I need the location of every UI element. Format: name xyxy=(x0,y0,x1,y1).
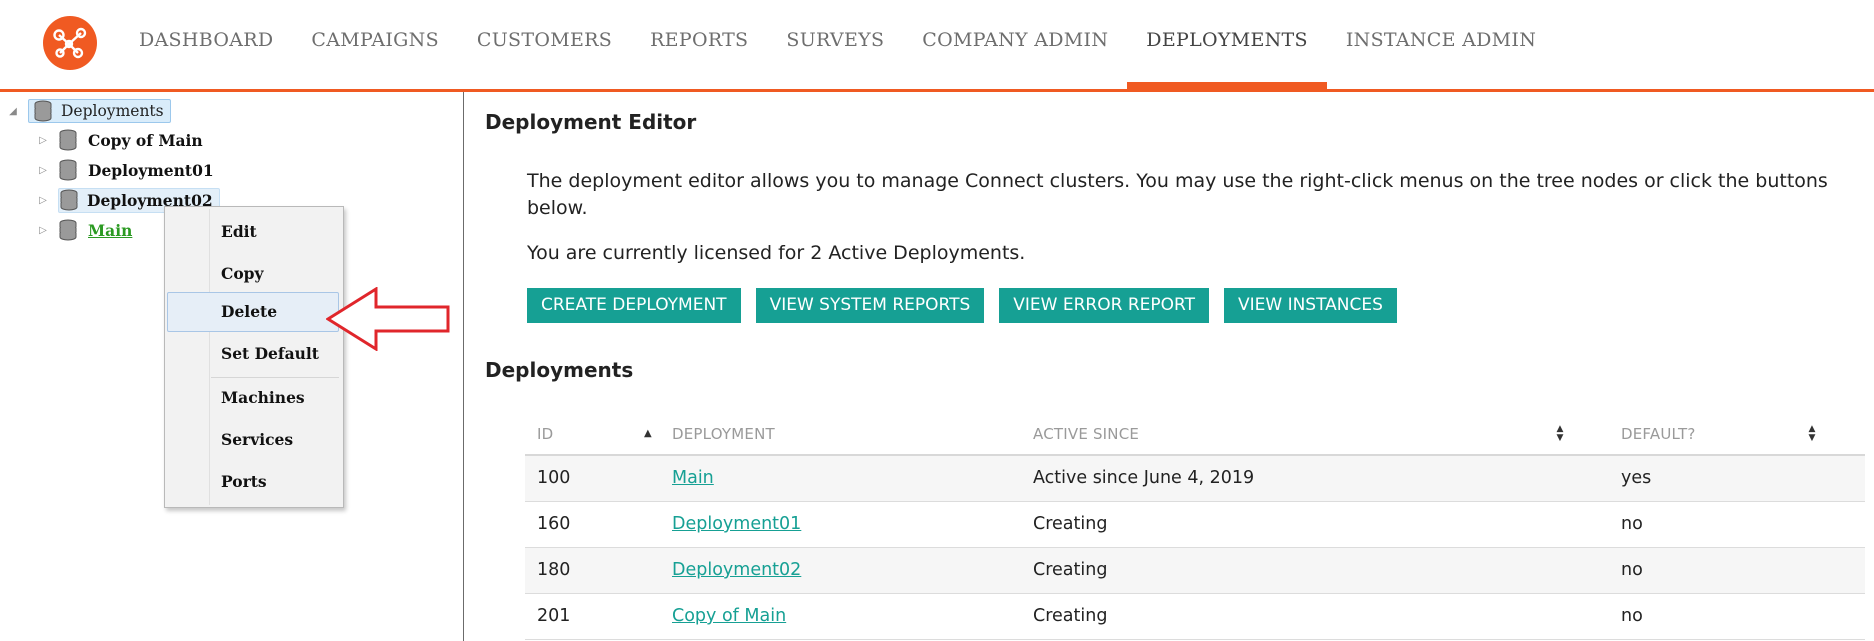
column-header-default[interactable]: DEFAULT? xyxy=(1621,414,1696,454)
cell-active-since: Creating xyxy=(1033,606,1108,626)
deployment-link[interactable]: Deployment01 xyxy=(672,514,801,534)
nav-company-admin[interactable]: COMPANY ADMIN xyxy=(903,0,1127,89)
deployment-editor-panel: Deployment Editor The deployment editor … xyxy=(465,92,1874,641)
tree-node-copy-of-main[interactable]: ▷ Copy of Main xyxy=(36,127,207,153)
tree-node-main[interactable]: ▷ Main xyxy=(36,217,136,243)
top-navigation-bar: DASHBOARD CAMPAIGNS CUSTOMERS REPORTS SU… xyxy=(0,0,1874,92)
sort-both-icon[interactable]: ▲ ▼ xyxy=(1807,425,1817,443)
cell-active-since: Active since June 4, 2019 xyxy=(1033,468,1255,488)
tree-node-label: Copy of Main xyxy=(88,130,203,150)
collapsed-triangle-icon[interactable]: ▷ xyxy=(36,223,50,237)
table-row: 180 Deployment02 Creating no xyxy=(525,548,1865,594)
menu-item-delete[interactable]: Delete xyxy=(167,292,339,332)
table-row: 100 Main Active since June 4, 2019 yes xyxy=(525,456,1865,502)
nav-instance-admin[interactable]: INSTANCE ADMIN xyxy=(1327,0,1555,89)
menu-item-set-default[interactable]: Set Default xyxy=(167,334,339,374)
column-header-id[interactable]: ID xyxy=(537,414,553,454)
cell-id: 100 xyxy=(537,468,571,488)
cell-id: 160 xyxy=(537,514,571,534)
cell-active-since: Creating xyxy=(1033,560,1108,580)
nav-customers[interactable]: CUSTOMERS xyxy=(458,0,631,89)
collapsed-triangle-icon[interactable]: ▷ xyxy=(36,163,50,177)
nav-dashboard[interactable]: DASHBOARD xyxy=(120,0,292,89)
nav-deployments[interactable]: DEPLOYMENTS xyxy=(1127,0,1327,92)
menu-item-ports[interactable]: Ports xyxy=(167,462,339,502)
database-stack-icon xyxy=(59,129,77,151)
tree-node-deployment01[interactable]: ▷ Deployment01 xyxy=(36,157,218,183)
editor-description: The deployment editor allows you to mana… xyxy=(527,170,1828,219)
view-system-reports-button[interactable]: VIEW SYSTEM REPORTS xyxy=(755,288,985,323)
editor-button-row: CREATE DEPLOYMENT VIEW SYSTEM REPORTS VI… xyxy=(527,288,1412,323)
deployment-link[interactable]: Main xyxy=(672,468,714,488)
collapsed-triangle-icon[interactable]: ▷ xyxy=(36,133,50,147)
cell-default: no xyxy=(1621,606,1643,626)
nav-campaigns[interactable]: CAMPAIGNS xyxy=(292,0,458,89)
table-row: 160 Deployment01 Creating no xyxy=(525,502,1865,548)
deployments-section-title: Deployments xyxy=(485,358,634,382)
database-stack-icon xyxy=(59,219,77,241)
tree-root-selection: Deployments xyxy=(28,99,171,123)
table-row: 201 Copy of Main Creating no xyxy=(525,594,1865,640)
expanded-triangle-icon[interactable]: ◢ xyxy=(6,104,20,118)
cell-active-since: Creating xyxy=(1033,514,1108,534)
database-stack-icon xyxy=(34,100,52,122)
nav-reports[interactable]: REPORTS xyxy=(631,0,767,89)
deployment-link[interactable]: Copy of Main xyxy=(672,606,786,626)
editor-title: Deployment Editor xyxy=(485,110,697,134)
sort-ascending-icon[interactable]: ▲ xyxy=(644,414,652,454)
cell-default: yes xyxy=(1621,468,1652,488)
red-arrow-annotation-icon xyxy=(326,287,450,351)
menu-item-copy[interactable]: Copy xyxy=(167,254,339,294)
license-text: You are currently licensed for 2 Active … xyxy=(527,242,1026,264)
database-stack-icon xyxy=(60,189,78,211)
tree-node-label: Deployment01 xyxy=(88,160,214,180)
menu-item-machines[interactable]: Machines xyxy=(167,378,339,418)
deployment-link[interactable]: Deployment02 xyxy=(672,560,801,580)
create-deployment-button[interactable]: CREATE DEPLOYMENT xyxy=(527,288,741,323)
deployments-table: ID ▲ DEPLOYMENT ACTIVE SINCE ▲ ▼ DEFAULT?… xyxy=(525,414,1865,640)
menu-item-services[interactable]: Services xyxy=(167,420,339,460)
collapsed-triangle-icon[interactable]: ▷ xyxy=(36,193,50,207)
main-nav: DASHBOARD CAMPAIGNS CUSTOMERS REPORTS SU… xyxy=(120,0,1555,92)
cell-default: no xyxy=(1621,514,1643,534)
view-error-report-button[interactable]: VIEW ERROR REPORT xyxy=(999,288,1209,323)
view-instances-button[interactable]: VIEW INSTANCES xyxy=(1223,288,1397,323)
column-header-active-since[interactable]: ACTIVE SINCE xyxy=(1033,414,1139,454)
nav-surveys[interactable]: SURVEYS xyxy=(767,0,903,89)
tree-node-label-default: Main xyxy=(88,220,133,240)
database-stack-icon xyxy=(59,159,77,181)
app-logo[interactable] xyxy=(42,15,98,71)
sort-both-icon[interactable]: ▲ ▼ xyxy=(1555,425,1565,443)
cell-default: no xyxy=(1621,560,1643,580)
cell-id: 201 xyxy=(537,606,571,626)
table-header-row: ID ▲ DEPLOYMENT ACTIVE SINCE ▲ ▼ DEFAULT?… xyxy=(525,414,1865,456)
network-nodes-icon xyxy=(43,16,97,70)
column-header-deployment[interactable]: DEPLOYMENT xyxy=(672,414,775,454)
context-menu: Edit Copy Delete Set Default Machines Se… xyxy=(164,206,344,508)
tree-root-node[interactable]: ◢ Deployments xyxy=(6,98,171,124)
cell-id: 180 xyxy=(537,560,571,580)
menu-item-edit[interactable]: Edit xyxy=(167,212,339,252)
tree-root-label: Deployments xyxy=(61,102,164,120)
